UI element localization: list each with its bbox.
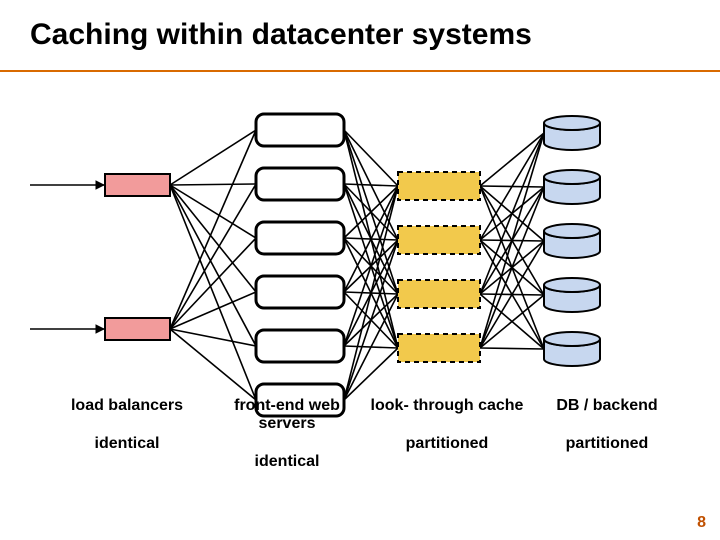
web-server-icon bbox=[256, 330, 344, 362]
caption-label-1: front-end web servers bbox=[207, 397, 367, 433]
caption-label-3: DB / backend bbox=[527, 397, 687, 415]
page-number: 8 bbox=[697, 514, 706, 532]
web-server-icon bbox=[256, 114, 344, 146]
database-icon bbox=[544, 332, 600, 366]
load-balancer-icon bbox=[105, 318, 170, 340]
cache-icon bbox=[398, 226, 480, 254]
caption-col-2: look- through cache partitioned bbox=[367, 397, 527, 471]
load-balancer-icon bbox=[105, 174, 170, 196]
caption-sub-1: identical bbox=[207, 453, 367, 471]
caption-label-2: look- through cache bbox=[367, 397, 527, 415]
database-icon bbox=[544, 170, 600, 204]
caption-col-1: front-end web servers identical bbox=[207, 397, 367, 471]
database-icon bbox=[544, 278, 600, 312]
web-server-icon bbox=[256, 168, 344, 200]
column-captions: load balancers identical front-end web s… bbox=[47, 397, 687, 471]
database-icon bbox=[544, 224, 600, 258]
caption-sub-2: partitioned bbox=[367, 435, 527, 453]
web-server-icon bbox=[256, 276, 344, 308]
caption-col-3: DB / backend partitioned bbox=[527, 397, 687, 471]
cache-icon bbox=[398, 172, 480, 200]
database-icon bbox=[544, 116, 600, 150]
web-server-icon bbox=[256, 222, 344, 254]
caption-label-0: load balancers bbox=[47, 397, 207, 415]
cache-icon bbox=[398, 280, 480, 308]
caption-col-0: load balancers identical bbox=[47, 397, 207, 471]
cache-icon bbox=[398, 334, 480, 362]
caption-sub-0: identical bbox=[47, 435, 207, 453]
caption-sub-3: partitioned bbox=[527, 435, 687, 453]
